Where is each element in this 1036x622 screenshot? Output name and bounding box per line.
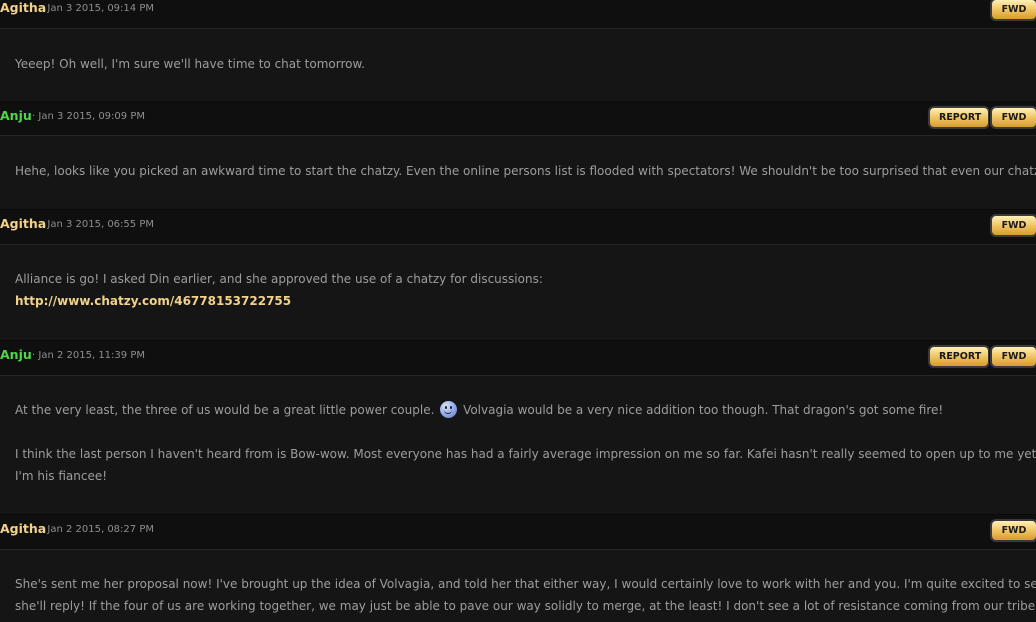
message-text: At the very least, the three of us would… [0,376,1036,421]
message-post: Anju · Jan 2 2015, 11:39 PM REPORT FWD A… [0,341,1036,515]
message-actions: REPORT FWD [930,108,1036,127]
message-post: Anju · Jan 3 2015, 09:09 PM REPORT FWD H… [0,102,1036,210]
author-name[interactable]: Agitha [0,0,46,16]
timestamp: Jan 3 2015, 09:14 PM [47,3,154,14]
timestamp: Jan 2 2015, 08:27 PM [47,524,154,535]
fwd-button[interactable]: FWD [992,108,1036,127]
message-text: I'm his fiancee! [15,469,108,483]
message-text: Yeeep! Oh well, I'm sure we'll have time… [15,57,365,71]
message-body: Yeeep! Oh well, I'm sure we'll have time… [0,29,1036,102]
message-body: Hehe, looks like you picked an awkward t… [0,136,1036,210]
timestamp: Jan 3 2015, 09:09 PM [38,111,145,122]
author-name[interactable]: Anju [0,347,32,363]
separator-dot: · [41,524,45,535]
message-link-line: http://www.chatzy.com/46778153722755 [0,290,1036,312]
message-actions: FWD [992,216,1036,235]
timestamp: Jan 2 2015, 11:39 PM [38,350,145,361]
message-post: Agitha · Jan 2 2015, 08:27 PM FWD She's … [0,515,1036,622]
message-body: Alliance is go! I asked Din earlier, and… [0,245,1036,341]
smiley-face-icon [440,401,458,418]
message-text: She's sent me her proposal now! I've bro… [15,577,1036,591]
message-header: Anju · Jan 2 2015, 11:39 PM REPORT FWD [0,341,1036,376]
author-name[interactable]: Anju [0,108,32,124]
message-meta: · Jan 3 2015, 06:55 PM [41,217,154,233]
message-post: Agitha · Jan 3 2015, 09:14 PM FWD Yeeep!… [0,0,1036,102]
separator-dot: · [32,111,36,122]
message-actions: REPORT FWD [930,347,1036,366]
message-text: Hehe, looks like you picked an awkward t… [15,164,1036,178]
message-text-part: At the very least, the three of us would… [15,403,435,417]
report-button[interactable]: REPORT [930,347,988,366]
separator-dot: · [41,219,45,230]
fwd-button[interactable]: FWD [992,216,1036,235]
message-header: Agitha · Jan 3 2015, 06:55 PM FWD [0,210,1036,245]
author-name[interactable]: Agitha [0,521,46,537]
message-text: she'll reply! If the four of us are work… [15,599,1036,613]
message-text: Alliance is go! I asked Din earlier, and… [15,272,543,286]
message-meta: · Jan 3 2015, 09:14 PM [41,1,154,17]
separator-dot: · [32,350,36,361]
message-header: Agitha · Jan 2 2015, 08:27 PM FWD [0,515,1036,550]
report-button[interactable]: REPORT [930,108,988,127]
message-meta: · Jan 3 2015, 09:09 PM [32,109,145,125]
fwd-button[interactable]: FWD [992,521,1036,540]
message-text-part: Volvagia would be a very nice addition t… [463,403,944,417]
chatzy-link[interactable]: http://www.chatzy.com/46778153722755 [15,294,291,308]
message-actions: FWD [992,521,1036,540]
message-text: I think the last person I haven't heard … [15,447,1036,461]
timestamp: Jan 3 2015, 06:55 PM [47,219,154,230]
separator-dot: · [41,3,45,14]
message-feed: Agitha · Jan 3 2015, 09:14 PM FWD Yeeep!… [0,0,1036,622]
fwd-button[interactable]: FWD [992,0,1036,19]
message-body: At the very least, the three of us would… [0,376,1036,515]
message-actions: FWD [992,0,1036,19]
message-meta: · Jan 2 2015, 11:39 PM [32,348,145,364]
message-body: She's sent me her proposal now! I've bro… [0,550,1036,622]
fwd-button[interactable]: FWD [992,347,1036,366]
message-meta: · Jan 2 2015, 08:27 PM [41,522,154,538]
message-header: Agitha · Jan 3 2015, 09:14 PM FWD [0,0,1036,29]
message-header: Anju · Jan 3 2015, 09:09 PM REPORT FWD [0,102,1036,136]
message-post: Agitha · Jan 3 2015, 06:55 PM FWD Allian… [0,210,1036,341]
author-name[interactable]: Agitha [0,216,46,232]
